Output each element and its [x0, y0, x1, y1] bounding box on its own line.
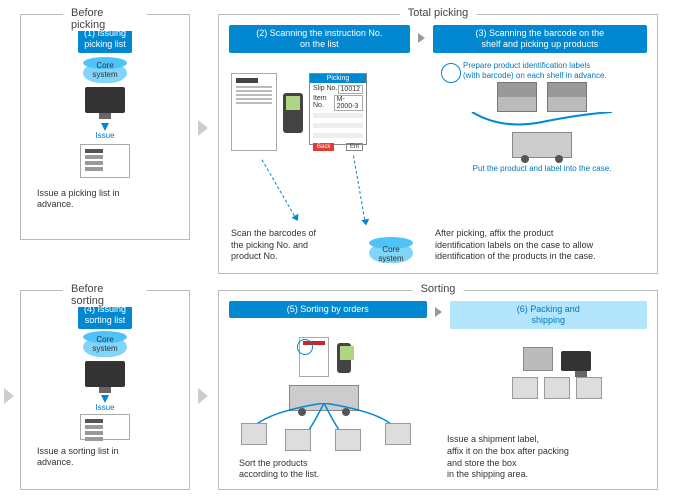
grid-icon — [313, 113, 363, 141]
note-mid: Put the product and label into the case. — [437, 164, 647, 174]
panel-sorting: Sorting (5) Sorting by orders (6) Packin… — [218, 290, 658, 490]
circle-highlight-icon — [441, 63, 461, 83]
panel-title: Sorting — [413, 283, 464, 295]
dashed-arrow-icon — [353, 155, 366, 224]
step-3-badge: (3) Scanning the barcode on the shelf an… — [433, 25, 647, 53]
step-5-badge: (5) Sorting by orders — [229, 301, 427, 318]
panel-total-picking: Total picking (2) Scanning the instructi… — [218, 14, 658, 274]
arrow-right-icon — [4, 388, 14, 404]
box-icon — [512, 377, 538, 399]
ent-button[interactable]: Ent — [346, 143, 363, 151]
caption: Issue a picking list in advance. — [21, 182, 189, 217]
arrow-right-icon — [198, 388, 208, 404]
caption-right: After picking, affix the product identif… — [435, 228, 645, 263]
item-value: M-2000-3 — [334, 95, 363, 111]
picking-list-icon — [231, 73, 277, 151]
core-db-label: Core system — [65, 61, 145, 79]
circle-highlight-icon — [297, 339, 313, 355]
panel-title: Before picking — [63, 7, 147, 31]
arrow-right-icon — [418, 33, 425, 43]
box-icon — [285, 429, 311, 451]
step-2-badge: (2) Scanning the instruction No. on the … — [229, 25, 410, 53]
issue-arrow-icon — [101, 395, 109, 403]
panel-before-picking: Before picking (1) Issuing picking list … — [20, 14, 190, 240]
scanner-icon — [337, 343, 351, 373]
caption-left: Sort the products according to the list. — [239, 458, 399, 481]
dashed-arrow-icon — [262, 159, 298, 220]
arrow-right-icon — [435, 307, 442, 317]
slip-label: Slip No. — [313, 85, 338, 94]
picking-screen: Picking Slip No.10012 Item No.M-2000-3 B… — [309, 73, 367, 145]
issue-label: Issue — [65, 131, 145, 140]
monitor-icon — [85, 87, 125, 113]
box-icon — [241, 423, 267, 445]
slip-value: 10012 — [338, 85, 363, 94]
box-icon — [335, 429, 361, 451]
arrow-right-icon — [198, 120, 208, 136]
box-icon — [385, 423, 411, 445]
core-db-label: Core system — [65, 335, 145, 353]
caption-left: Scan the barcodes of the picking No. and… — [231, 228, 351, 263]
shelf-icon — [497, 82, 537, 112]
item-label: Item No. — [313, 95, 334, 111]
box-icon — [576, 377, 602, 399]
printer-icon — [523, 347, 553, 371]
document-icon — [80, 414, 130, 440]
caption: Issue a sorting list in advance. — [21, 442, 189, 473]
cart-icon — [512, 132, 572, 158]
step-6-badge: (6) Packing and shipping — [450, 301, 648, 329]
flow-arrows-icon — [452, 112, 632, 132]
panel-title: Before sorting — [63, 283, 147, 307]
core-db-label: Core system — [369, 245, 413, 263]
box-icon — [544, 377, 570, 399]
panel-title: Total picking — [400, 7, 477, 19]
document-icon — [80, 144, 130, 178]
issue-label: Issue — [65, 403, 145, 412]
back-button[interactable]: Back — [313, 143, 334, 151]
issue-arrow-icon — [101, 123, 109, 131]
monitor-icon — [85, 361, 125, 387]
monitor-icon — [561, 351, 591, 371]
picking-screen-header: Picking — [310, 74, 366, 83]
shelf-icon — [547, 82, 587, 112]
note-top: Prepare product identification labels (w… — [463, 61, 647, 80]
scanner-icon — [283, 93, 303, 133]
caption-right: Issue a shipment label, affix it on the … — [447, 434, 637, 481]
panel-before-sorting: Before sorting (4) Issuing sorting list … — [20, 290, 190, 490]
